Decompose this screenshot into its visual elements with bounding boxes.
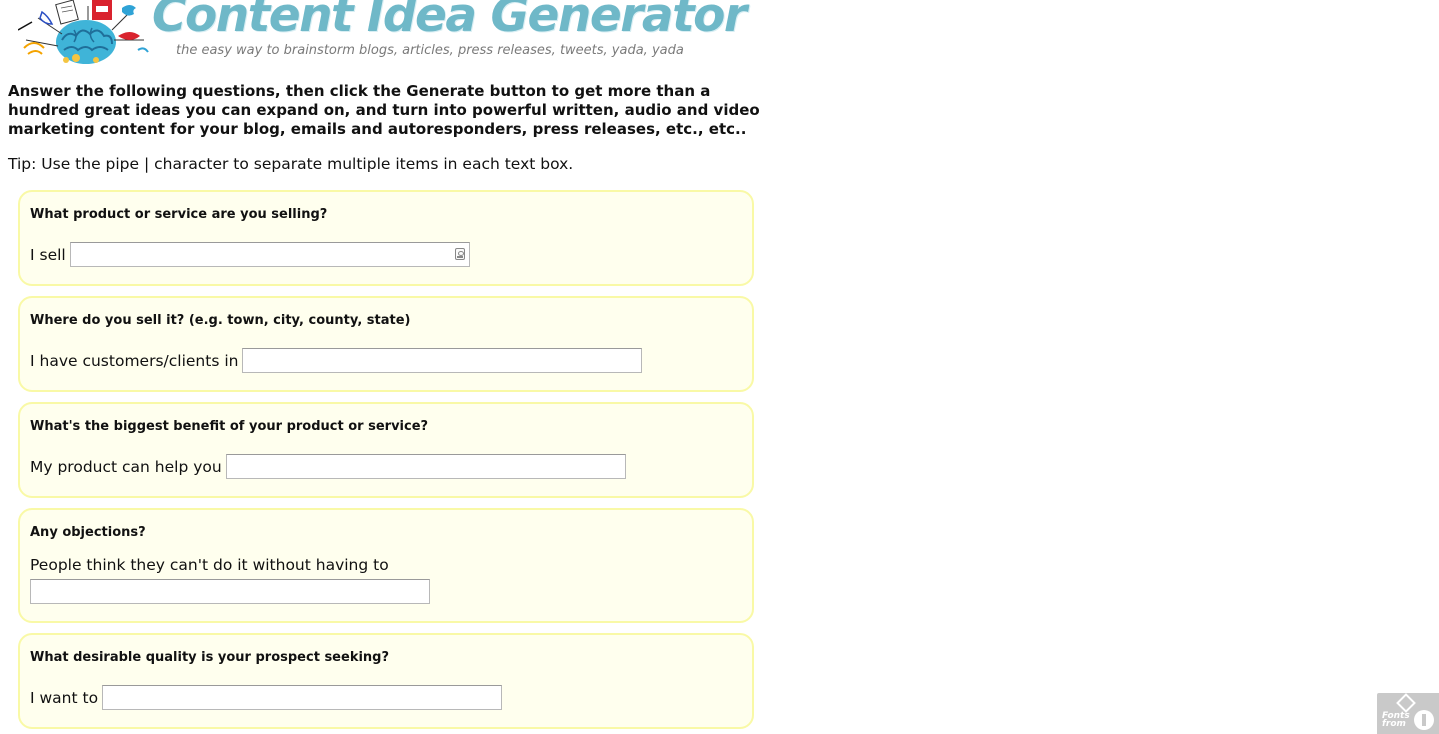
tagline: the easy way to brainstorm blogs, articl… <box>176 43 684 58</box>
badge-line-2: from <box>1382 719 1406 729</box>
benefit-input[interactable] <box>225 454 626 479</box>
answer-row-quality: I want to <box>30 685 503 710</box>
question-objections: Any objections? <box>30 525 146 540</box>
product-field-wrapper <box>69 242 470 267</box>
question-box-benefit: What's the biggest benefit of your produ… <box>18 402 754 498</box>
tip-text: Tip: Use the pipe | character to separat… <box>8 155 574 173</box>
question-quality: What desirable quality is your prospect … <box>30 650 390 665</box>
question-box-quality: What desirable quality is your prospect … <box>18 633 754 729</box>
answer-row-objections: People think they can't do it without ha… <box>30 556 393 574</box>
objections-input[interactable] <box>30 579 430 604</box>
label-without-having-to: People think they can't do it without ha… <box>30 556 389 574</box>
answer-row-product: I sell <box>30 242 470 267</box>
question-box-product: What product or service are you selling?… <box>18 190 754 286</box>
question-product: What product or service are you selling? <box>30 207 328 222</box>
question-benefit: What's the biggest benefit of your produ… <box>30 419 429 434</box>
location-input[interactable] <box>242 348 643 373</box>
answer-row-benefit: My product can help you <box>30 454 626 479</box>
answer-row-location: I have customers/clients in <box>30 348 643 373</box>
label-customers-in: I have customers/clients in <box>30 351 239 370</box>
logo-collage-icon <box>18 0 149 64</box>
typekit-logo-icon <box>1414 710 1434 730</box>
contact-card-icon[interactable] <box>454 248 465 260</box>
fonts-from-badge[interactable]: Fonts from <box>1377 693 1439 734</box>
page: Content Idea Generator the easy way to b… <box>0 0 1439 734</box>
question-box-objections: Any objections? People think they can't … <box>18 508 754 623</box>
question-location: Where do you sell it? (e.g. town, city, … <box>30 313 411 328</box>
page-title: Content Idea Generator <box>152 0 747 43</box>
label-i-sell: I sell <box>30 245 66 264</box>
quality-input[interactable] <box>102 685 503 710</box>
intro-text: Answer the following questions, then cli… <box>8 82 760 138</box>
product-input[interactable] <box>69 242 470 267</box>
diamond-icon <box>1396 693 1416 713</box>
question-box-location: Where do you sell it? (e.g. town, city, … <box>18 296 754 392</box>
label-i-want-to: I want to <box>30 688 99 707</box>
label-help-you: My product can help you <box>30 457 222 476</box>
fonts-from-text: Fonts from <box>1382 712 1410 729</box>
